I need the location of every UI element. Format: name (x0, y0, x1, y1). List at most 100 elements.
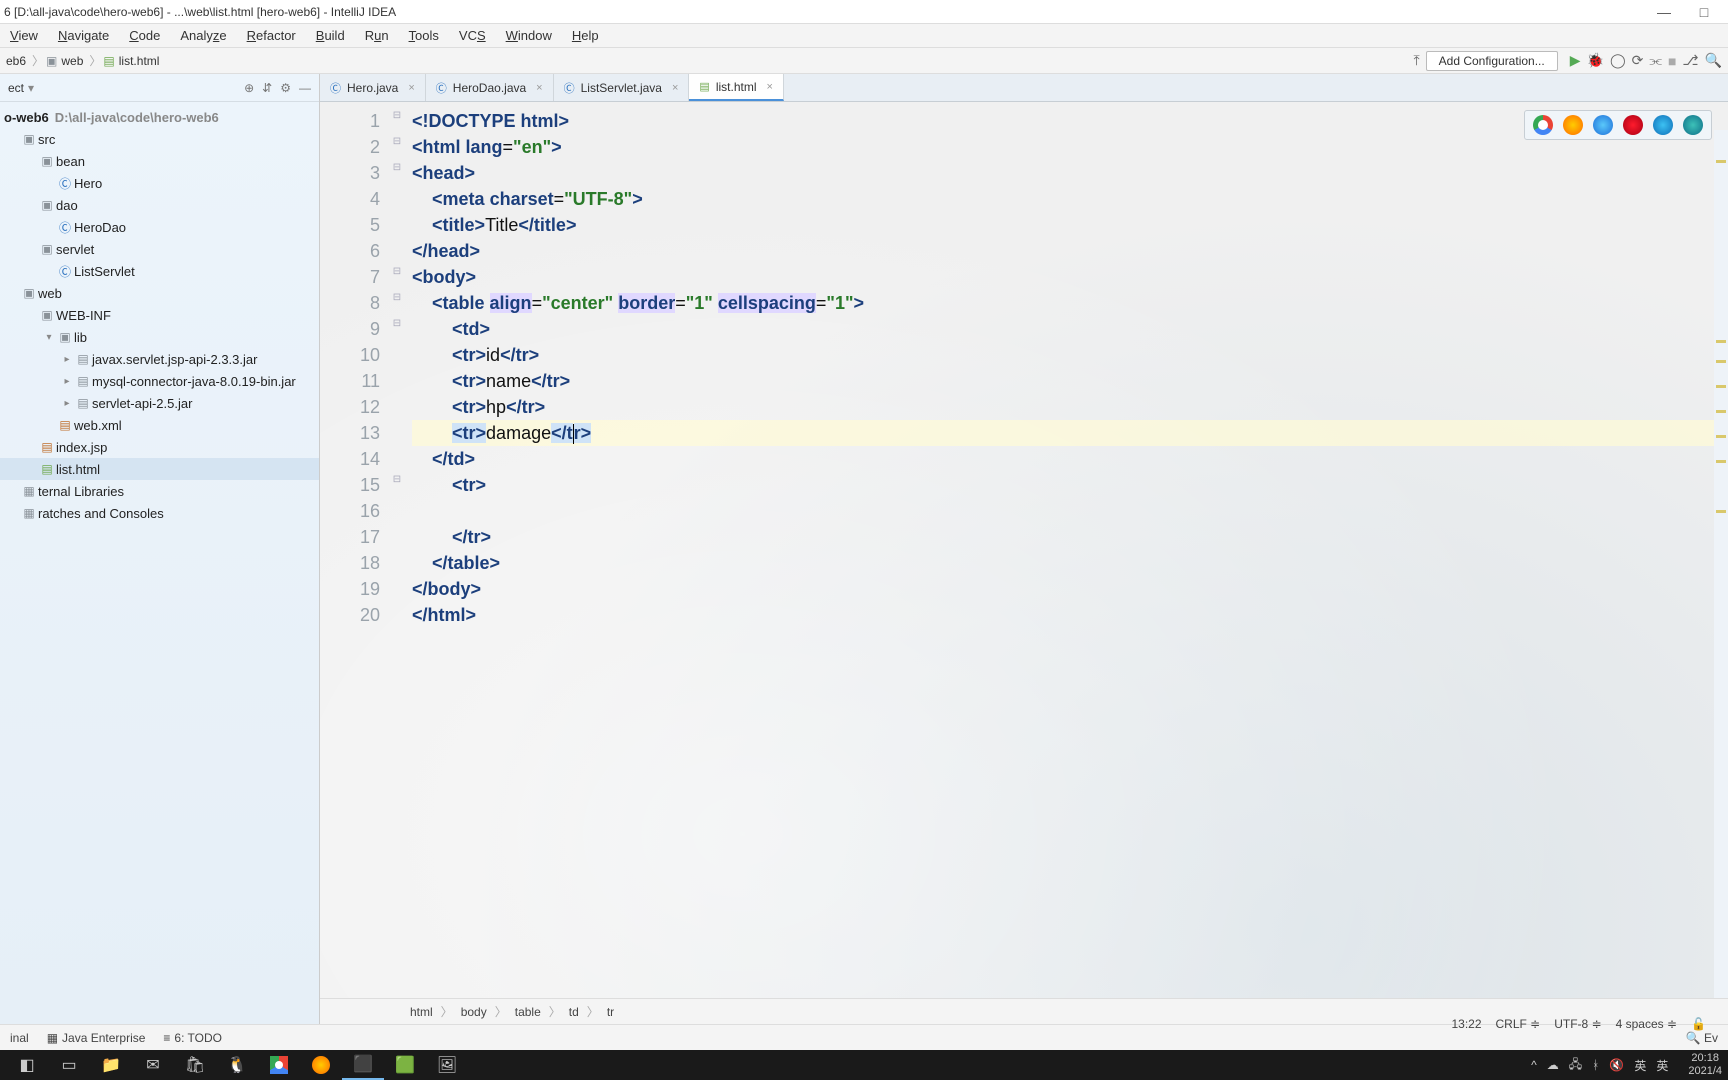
encoding[interactable]: UTF-8 ≑ (1554, 1017, 1601, 1031)
safari-icon[interactable] (1593, 115, 1613, 135)
project-tree[interactable]: o-web6 D:\all-java\code\hero-web6 ▣src▣b… (0, 102, 319, 1024)
tray-up-icon[interactable]: ^ (1531, 1058, 1537, 1072)
close-tab-icon[interactable]: × (672, 82, 678, 94)
tree-item[interactable]: ▣WEB-INF (0, 304, 319, 326)
chrome-icon[interactable] (1533, 115, 1553, 135)
close-tab-icon[interactable]: × (536, 82, 542, 94)
tree-item[interactable]: ▤index.jsp (0, 436, 319, 458)
tree-item[interactable]: ▦ratches and Consoles (0, 502, 319, 524)
menu-vcs[interactable]: VCS (449, 28, 496, 43)
attach-icon[interactable]: ⫘ (1649, 52, 1662, 69)
tree-item[interactable]: ▸▤mysql-connector-java-8.0.19-bin.jar (0, 370, 319, 392)
add-configuration-button[interactable]: Add Configuration... (1426, 51, 1558, 71)
qq-icon[interactable]: 🐧 (216, 1050, 258, 1080)
nav-crumb-project[interactable]: eb6 (6, 54, 26, 68)
todo-tool[interactable]: ≡ 6: TODO (163, 1031, 222, 1045)
explorer-icon[interactable]: 📁 (90, 1050, 132, 1080)
close-tab-icon[interactable]: × (408, 82, 414, 94)
tree-item[interactable]: ⒸListServlet (0, 260, 319, 282)
tree-item[interactable]: ▣web (0, 282, 319, 304)
menu-analyze[interactable]: Analyze (170, 28, 236, 43)
ime-indicator[interactable]: 英 (1634, 1057, 1646, 1074)
event-log[interactable]: 🔍 Ev (1686, 1031, 1718, 1045)
crumb-table[interactable]: table (515, 1005, 541, 1019)
crumb-td[interactable]: td (569, 1005, 579, 1019)
menu-view[interactable]: VViewiew (0, 28, 48, 43)
nav-crumb-web[interactable]: ▣ web (46, 54, 83, 68)
task-view-icon[interactable]: ▭ (48, 1050, 90, 1080)
expand-icon[interactable]: ⇵ (262, 81, 272, 95)
java-ee-tool[interactable]: ▦ Java Enterprise (47, 1031, 146, 1045)
build-icon[interactable]: ⤒ (1413, 52, 1419, 69)
opera-icon[interactable] (1623, 115, 1643, 135)
hide-icon[interactable]: — (299, 81, 311, 95)
profile-icon[interactable]: ⟳ (1632, 52, 1644, 69)
onedrive-icon[interactable]: ☁ (1547, 1058, 1559, 1072)
run-icon[interactable]: ▶ (1570, 52, 1581, 69)
indent[interactable]: 4 spaces ≑ (1616, 1017, 1677, 1031)
cursor-position[interactable]: 13:22 (1451, 1017, 1481, 1031)
crumb-body[interactable]: body (461, 1005, 487, 1019)
intellij-taskbar-icon[interactable]: ⬛ (342, 1050, 384, 1080)
minimize-button[interactable]: — (1644, 4, 1684, 20)
network-icon[interactable]: 🖧 (1569, 1055, 1582, 1076)
editor-tab[interactable]: ⒸHero.java× (320, 74, 426, 101)
tree-item[interactable]: ▾▣lib (0, 326, 319, 348)
nav-crumb-file[interactable]: ▤ list.html (103, 54, 159, 68)
stop-icon[interactable]: ■ (1668, 53, 1676, 69)
mail-icon[interactable]: ✉ (132, 1050, 174, 1080)
tree-item[interactable]: ▦ternal Libraries (0, 480, 319, 502)
store-icon[interactable]: 🛍 (174, 1050, 216, 1080)
close-tab-icon[interactable]: × (767, 81, 773, 93)
fold-gutter[interactable]: ⊟⊟⊟⊟⊟⊟⊟ (390, 102, 404, 998)
tree-item[interactable]: ▤web.xml (0, 414, 319, 436)
tree-item[interactable]: ▣src (0, 128, 319, 150)
locate-icon[interactable]: ⊕ (244, 81, 254, 95)
menu-help[interactable]: Help (562, 28, 609, 43)
tree-item[interactable]: ▣servlet (0, 238, 319, 260)
system-tray[interactable]: ^ ☁ 🖧 ᚼ 🔇 英 英 20:18 2021/4 (1531, 1052, 1722, 1078)
ie-icon[interactable] (1653, 115, 1673, 135)
tree-root[interactable]: o-web6 D:\all-java\code\hero-web6 (0, 106, 319, 128)
code-editor[interactable]: 1234567891011121314151617181920 ⊟⊟⊟⊟⊟⊟⊟ … (320, 102, 1728, 998)
vcs-icon[interactable]: ⎇ (1682, 52, 1698, 69)
taskbar-clock[interactable]: 20:18 2021/4 (1688, 1052, 1722, 1078)
editor-tab[interactable]: ▤list.html× (689, 74, 784, 101)
crumb-tr[interactable]: tr (607, 1005, 614, 1019)
terminal-tool[interactable]: inal (10, 1031, 29, 1045)
tree-item[interactable]: ▣bean (0, 150, 319, 172)
bluetooth-icon[interactable]: ᚼ (1592, 1058, 1599, 1072)
edge-icon[interactable] (1683, 115, 1703, 135)
code-content[interactable]: <!DOCTYPE html><html lang="en"><head> <m… (404, 102, 1728, 998)
tree-item[interactable]: ⒸHero (0, 172, 319, 194)
menu-build[interactable]: Build (306, 28, 355, 43)
app-icon[interactable]: 🟩 (384, 1050, 426, 1080)
chrome-taskbar-icon[interactable] (258, 1050, 300, 1080)
menu-refactor[interactable]: Refactor (237, 28, 306, 43)
debug-icon[interactable]: 🐞 (1587, 52, 1604, 69)
menu-window[interactable]: Window (496, 28, 562, 43)
firefox-taskbar-icon[interactable] (300, 1050, 342, 1080)
tree-item[interactable]: ▸▤servlet-api-2.5.jar (0, 392, 319, 414)
maximize-button[interactable]: □ (1684, 4, 1724, 20)
readonly-icon[interactable]: 🔓 (1691, 1017, 1706, 1031)
tree-item[interactable]: ⒸHeroDao (0, 216, 319, 238)
menu-tools[interactable]: Tools (399, 28, 449, 43)
firefox-icon[interactable] (1563, 115, 1583, 135)
tree-item[interactable]: ▤list.html (0, 458, 319, 480)
tree-item[interactable]: ▣dao (0, 194, 319, 216)
tree-item[interactable]: ▸▤javax.servlet.jsp-api-2.3.3.jar (0, 348, 319, 370)
dropdown-icon[interactable]: ▾ (28, 81, 34, 95)
editor-tab[interactable]: ⒸListServlet.java× (554, 74, 690, 101)
coverage-icon[interactable]: ◯ (1610, 52, 1626, 69)
error-stripe[interactable] (1714, 130, 1728, 998)
menu-run[interactable]: Run (355, 28, 399, 43)
start-button[interactable]: ◧ (6, 1050, 48, 1080)
menu-navigate[interactable]: Navigate (48, 28, 119, 43)
line-ending[interactable]: CRLF ≑ (1496, 1017, 1541, 1031)
search-icon[interactable]: 🔍 (1705, 52, 1722, 69)
ime-indicator-2[interactable]: 英 (1656, 1057, 1668, 1074)
editor-tab[interactable]: ⒸHeroDao.java× (426, 74, 554, 101)
crumb-html[interactable]: html (410, 1005, 433, 1019)
gear-icon[interactable]: ⚙ (280, 81, 291, 95)
